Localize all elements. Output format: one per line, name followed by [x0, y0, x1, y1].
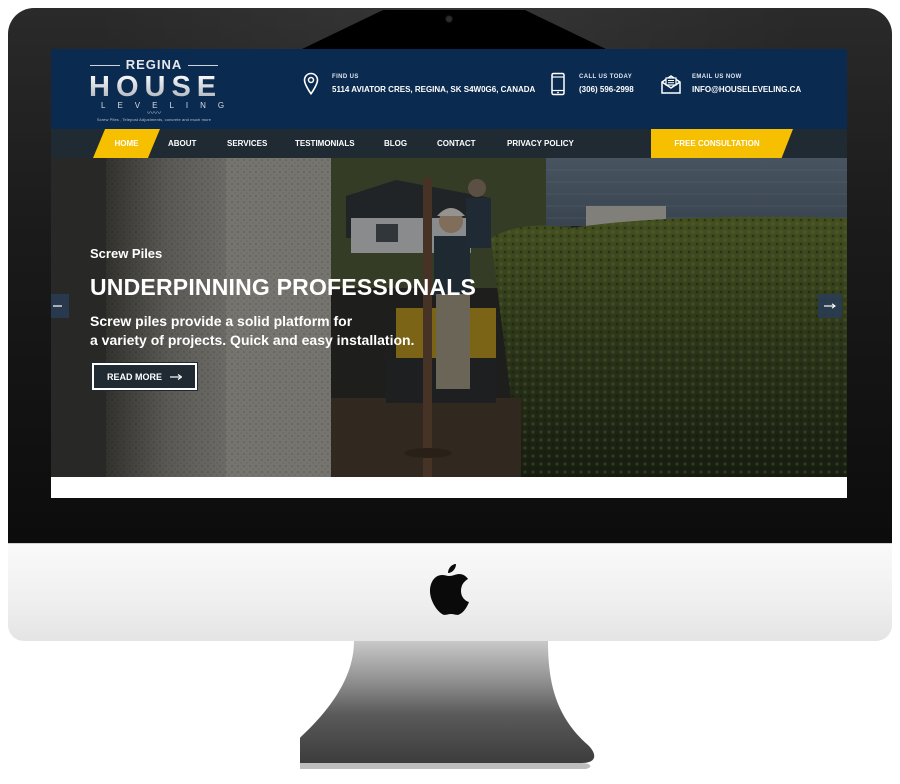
cta-label: FREE CONSULTATION	[674, 139, 760, 148]
site-logo[interactable]: REGINA HOUSE LEVELING 〰〰 Screw Piles , T…	[89, 58, 237, 123]
phone-icon	[547, 71, 569, 97]
free-consultation-button[interactable]: FREE CONSULTATION	[651, 129, 793, 158]
contact-find-us[interactable]: FIND US 5114 AVIATOR CRES, REGINA, SK S4…	[300, 71, 535, 97]
nav-services[interactable]: SERVICES	[227, 129, 267, 158]
read-more-label: READ MORE	[106, 371, 162, 382]
contact-phone: (306) 596-2998	[579, 84, 634, 94]
logo-regina: REGINA	[89, 58, 219, 72]
nav-about[interactable]: ABOUT	[168, 129, 196, 158]
site-header: REGINA HOUSE LEVELING 〰〰 Screw Piles , T…	[51, 49, 847, 129]
arrow-left-icon	[52, 300, 62, 312]
nav-home[interactable]: HOME	[93, 129, 160, 158]
map-pin-icon	[300, 71, 322, 97]
nav-privacy-policy[interactable]: PRIVACY POLICY	[507, 129, 574, 158]
hero-description-line2: a variety of projects. Quick and easy in…	[90, 332, 415, 348]
arrow-right-icon	[824, 300, 836, 312]
logo-house: HOUSE	[89, 71, 223, 103]
contact-email-us[interactable]: EMAIL US NOW INFO@HOUSELEVELING.CA	[660, 71, 801, 97]
read-more-button[interactable]: READ MORE	[92, 363, 197, 390]
logo-tagline: Screw Piles , Telepost Adjustments, conc…	[96, 117, 212, 122]
email-icon	[660, 71, 682, 97]
content-area	[51, 477, 847, 498]
hero-subtitle: Screw Piles	[90, 246, 163, 261]
hero-description: Screw piles provide a solid platform for…	[90, 312, 510, 350]
camera-icon	[446, 16, 452, 22]
slider-prev-button[interactable]	[51, 294, 69, 318]
contact-label: CALL US TODAY	[579, 73, 633, 80]
nav-testimonials[interactable]: TESTIMONIALS	[295, 129, 355, 158]
hero-description-line1: Screw piles provide a solid platform for	[90, 313, 353, 329]
nav-contact[interactable]: CONTACT	[437, 129, 476, 158]
hero-slider: Screw Piles UNDERPINNING PROFESSIONALS S…	[51, 158, 847, 477]
contact-address: 5114 AVIATOR CRES, REGINA, SK S4W0G6, CA…	[332, 84, 536, 94]
slider-next-button[interactable]	[818, 294, 842, 318]
nav-home-label: HOME	[114, 139, 139, 148]
imac-stand	[300, 641, 595, 769]
contact-email: INFO@HOUSELEVELING.CA	[692, 84, 802, 94]
apple-logo-icon	[430, 564, 469, 615]
nav-blog[interactable]: BLOG	[384, 129, 407, 158]
logo-leveling: LEVELING	[101, 101, 237, 110]
logo-line1: REGINA	[125, 57, 183, 72]
logo-wave-icon: 〰〰	[147, 110, 161, 117]
arrow-right-icon	[170, 372, 183, 382]
hero-title: UNDERPINNING PROFESSIONALS	[90, 274, 477, 300]
contact-label: FIND US	[332, 73, 359, 80]
contact-call-us[interactable]: CALL US TODAY (306) 596-2998	[547, 71, 634, 97]
logo-rule	[188, 64, 219, 66]
contact-label: EMAIL US NOW	[692, 73, 742, 80]
website-screen: REGINA HOUSE LEVELING 〰〰 Screw Piles , T…	[51, 49, 847, 498]
logo-rule	[89, 64, 120, 66]
main-nav: HOME ABOUT SERVICES TESTIMONIALS BLOG CO…	[51, 129, 847, 158]
